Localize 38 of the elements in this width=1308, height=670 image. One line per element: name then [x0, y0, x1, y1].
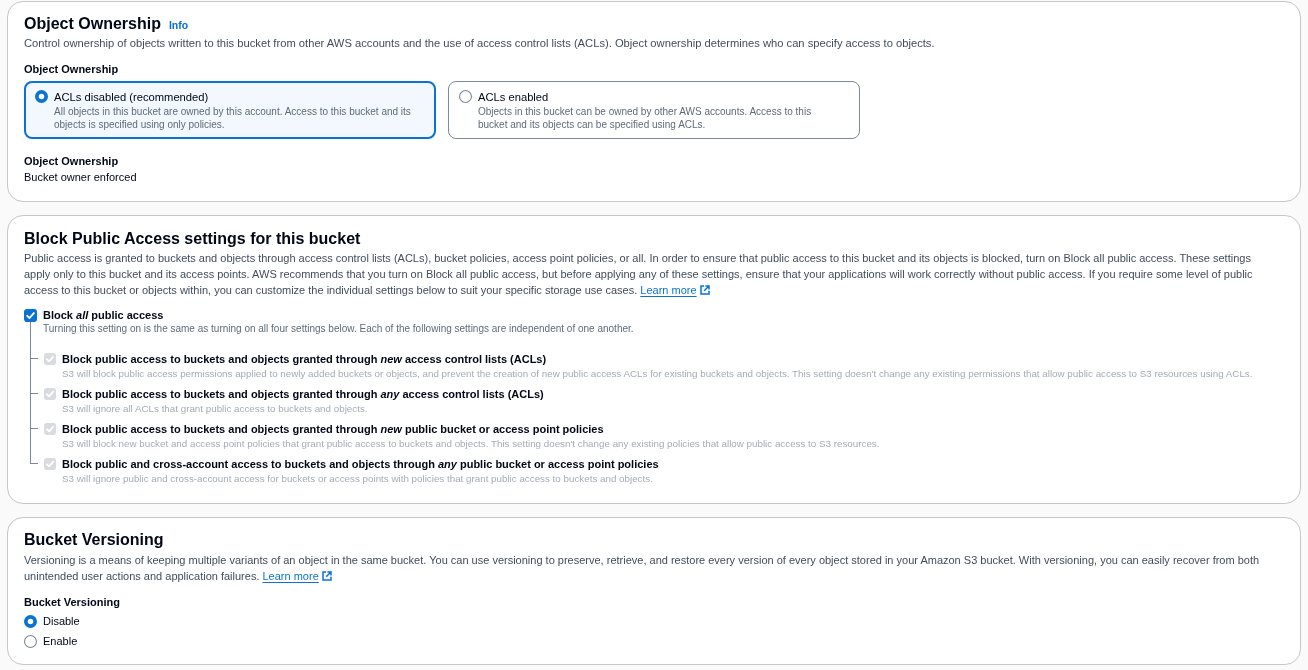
checkbox[interactable]: [24, 309, 37, 322]
option-description: All objects in this bucket are owned by this account. Access to this bucket and its objects is specified using only policies.: [54, 105, 412, 131]
radio-button[interactable]: [24, 634, 37, 648]
radio-label: Disable: [43, 614, 80, 629]
radio-label: Enable: [43, 634, 78, 649]
checkbox-description: S3 will ignore all ACLs that grant public access to buckets and objects.: [62, 402, 369, 416]
checkbox-label: Block public access to buckets and objects granted through new access control lists (ACLs): [62, 352, 548, 367]
external-link-icon: [321, 571, 332, 581]
checkbox-label: Block public access to buckets and objects granted through any access control lists (ACLs): [62, 387, 544, 402]
checkbox-description: S3 will ignore public and cross-account access for buckets or access points with policies that grant public access to buckets and objects.: [62, 472, 654, 486]
external-link-icon: [699, 285, 710, 295]
radio-button[interactable]: [24, 614, 37, 628]
section-title: Block Public Access settings for this bucket: [24, 229, 362, 249]
radio-button[interactable]: [35, 90, 48, 103]
section-title: Object Ownership: [24, 14, 161, 34]
learn-more-link[interactable]: Learn more: [640, 282, 710, 298]
section-title: Bucket Versioning: [24, 530, 165, 550]
field-label: Object Ownership: [24, 154, 120, 169]
section-description: Versioning is a means of keeping multiple variants of an object in the same bucket. You can use versioning to preserve, retrieve, and restore every version of every object stored in your Amazon S3 bucket. With versioning, you can easily recover from both unintended user actions and application failures. Learn more: [24, 553, 1261, 584]
checkbox-description: S3 will block public access permissions applied to newly added buckets or objects, and prevent the creation of new public access ACLs for existing buckets and objects. This setting doesn't change any existing permissions that allow public access to S3 resources using ACLs.: [62, 367, 1253, 381]
checkbox-label: Block all public access: [43, 308, 165, 323]
checkbox-description: S3 will block new bucket and access point policies that grant public access to buckets and objects. This setting doesn't change any existing policies that allow public access to S3 resources.: [62, 437, 880, 451]
option-label: ACLs enabled: [478, 90, 550, 105]
checkbox-description: Turning this setting on is the same as turning on all four settings below. Each of the following settings are independent of one another.: [43, 323, 634, 335]
option-description: Objects in this bucket can be owned by other AWS accounts. Access to this bucket and its objects can be specified using ACLs.: [478, 105, 813, 131]
info-link[interactable]: Info: [168, 18, 189, 34]
checkbox-label: Block public and cross-account access to buckets and objects through any public bucket or access point policies: [62, 457, 659, 472]
checkbox-label: Block public access to buckets and objects granted through new public bucket or access point policies: [62, 422, 605, 437]
option-card[interactable]: ACLs enabled Objects in this bucket can be owned by other AWS accounts. Access to this bucket and its objects can be specified using ACLs.: [448, 81, 860, 139]
field-label: Object Ownership: [24, 62, 120, 77]
section-description: Public access is granted to buckets and objects through access control lists (ACLs), bucket policies, access point policies, or all. In order to ensure that public access to this bucket and its objects is blocked, turn on Block all public access. These settings apply only to this bucket and its access points. AWS recommends that you turn on Block all public access, but before applying any of these settings, ensure that your applications will work correctly without public access. If you require some level of public access to this bucket or objects within, you can customize the individual settings below to suit your specific storage use cases. Learn more: [24, 251, 1254, 298]
field-value: Bucket owner enforced: [24, 170, 138, 185]
section-description: Control ownership of objects written to this bucket from other AWS accounts and the use of access control lists (ACLs). Object ownership determines who can specify access to objects.: [24, 36, 936, 51]
option-label: ACLs disabled (recommended): [54, 90, 210, 105]
option-card[interactable]: ACLs disabled (recommended) All objects in this bucket are owned by this account. Access to this bucket and its objects is specified using only policies.: [24, 81, 436, 139]
learn-more-link[interactable]: Learn more: [262, 568, 332, 584]
field-label: Bucket Versioning: [24, 595, 121, 610]
radio-button[interactable]: [459, 90, 472, 103]
